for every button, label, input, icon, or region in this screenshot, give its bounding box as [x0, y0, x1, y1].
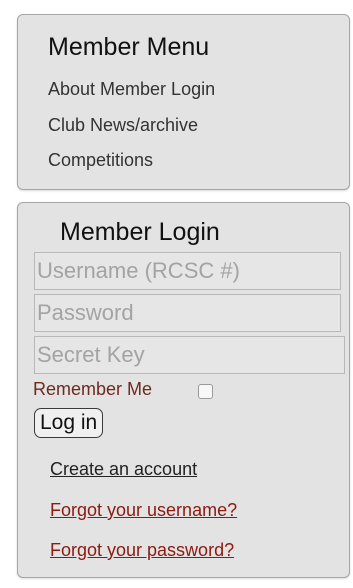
member-login-title: Member Login	[60, 218, 220, 246]
forgot-password-link[interactable]: Forgot your password?	[50, 540, 234, 561]
remember-me-checkbox[interactable]	[198, 384, 213, 399]
create-account-link[interactable]: Create an account	[50, 459, 197, 480]
username-input[interactable]	[34, 252, 341, 290]
member-login-panel: Member Login Remember Me Log in Create a…	[17, 202, 350, 578]
menu-item-competitions[interactable]: Competitions	[48, 150, 153, 171]
log-in-button[interactable]: Log in	[34, 408, 104, 438]
member-menu-title: Member Menu	[48, 33, 210, 61]
member-menu-panel: Member Menu About Member Login Club News…	[17, 14, 350, 190]
secret-key-input[interactable]	[34, 336, 345, 374]
forgot-username-link[interactable]: Forgot your username?	[50, 500, 237, 521]
remember-me-label: Remember Me	[33, 379, 153, 399]
menu-item-about-member-login[interactable]: About Member Login	[48, 79, 215, 100]
password-input[interactable]	[34, 294, 341, 332]
menu-item-club-news-archive[interactable]: Club News/archive	[48, 115, 198, 136]
